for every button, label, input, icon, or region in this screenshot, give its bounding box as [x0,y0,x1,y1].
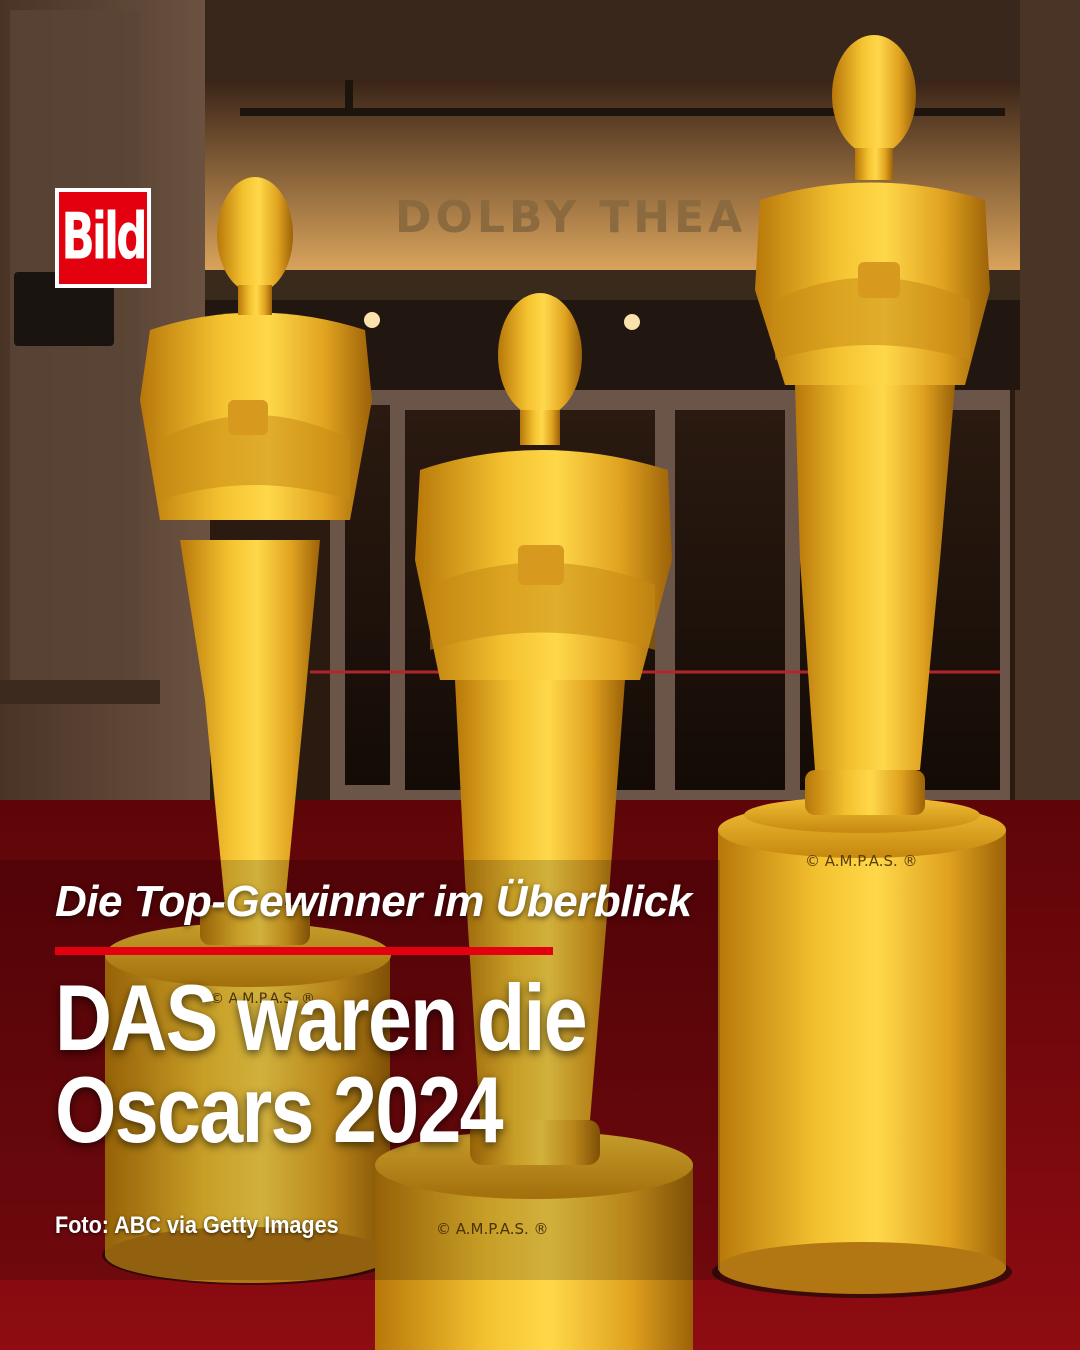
venue-sign: DOLBY THEA [395,192,746,243]
pedestal-mark-right: © A.M.P.A.S. ® [805,852,918,870]
bild-logo-text: Bild [61,200,147,275]
bild-logo: Bild [55,188,151,288]
red-divider [55,947,553,955]
right-wall [1015,0,1080,820]
headline: DAS waren die Oscars 2024 [55,965,660,1162]
headline-line-1: DAS waren die [55,965,588,1070]
photo-credit: Foto: ABC via Getty Images [55,1212,339,1239]
headline-line-2: Oscars 2024 [55,1057,504,1162]
kicker-subtitle: Die Top-Gewinner im Überblick [55,877,692,926]
right-pedestal [718,830,1006,1270]
